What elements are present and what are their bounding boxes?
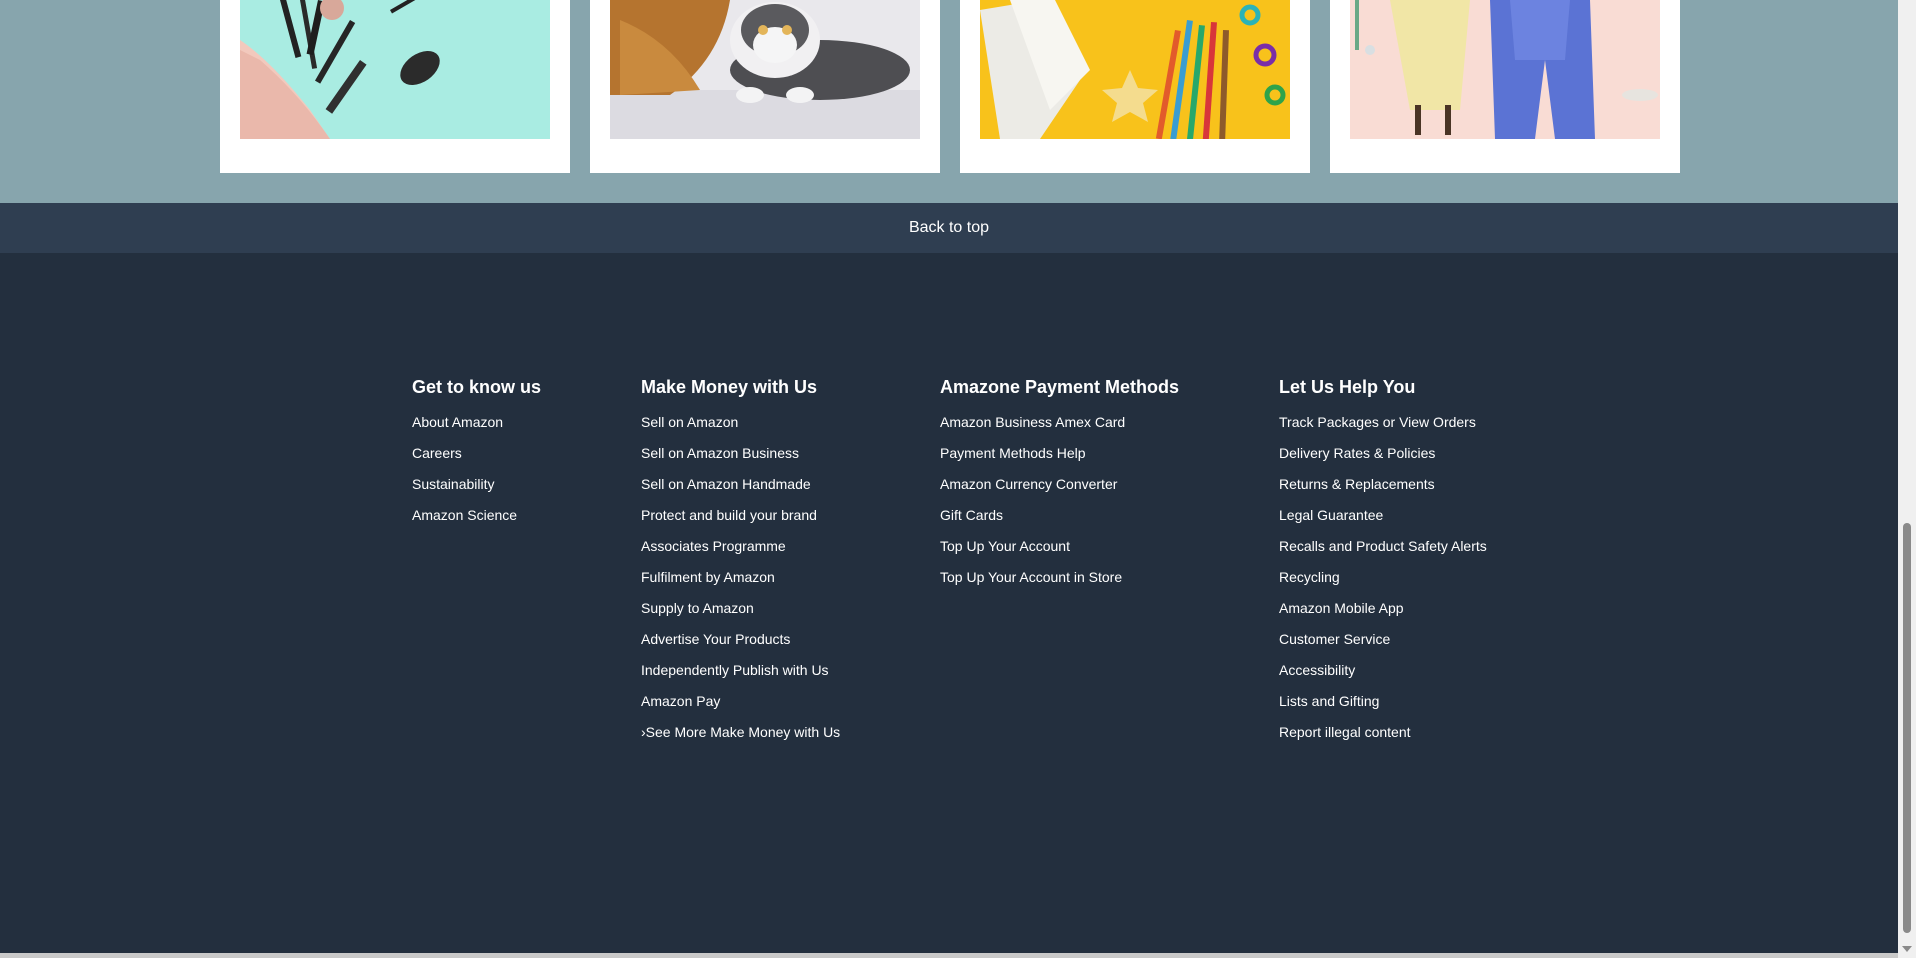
- footer-link-mobile-app[interactable]: Amazon Mobile App: [1279, 600, 1404, 616]
- footer-column-heading: Get to know us: [412, 377, 542, 397]
- footer-link-lists-and-gifting[interactable]: Lists and Gifting: [1279, 693, 1379, 709]
- product-card-toys[interactable]: [960, 0, 1310, 173]
- footer-link-amazon-science[interactable]: Amazon Science: [412, 507, 517, 523]
- footer-link-list: Amazon Business Amex Card Payment Method…: [940, 407, 1179, 593]
- product-cards-strip: [0, 0, 1898, 203]
- footer-column-get-to-know-us: Get to know us About Amazon Careers Sust…: [412, 375, 541, 531]
- footer-column-heading: Let Us Help You: [1279, 377, 1416, 397]
- window-bottom-edge: [0, 953, 1898, 958]
- footer-column-heading: Make Money with Us: [641, 377, 818, 397]
- makeup-brushes-image[interactable]: [240, 0, 550, 139]
- product-card-fashion[interactable]: [1330, 0, 1680, 173]
- cats-image[interactable]: [610, 0, 920, 139]
- footer-link-amazon-pay[interactable]: Amazon Pay: [641, 693, 720, 709]
- vertical-scrollbar[interactable]: [1898, 0, 1916, 958]
- footer-link-track-packages[interactable]: Track Packages or View Orders: [1279, 414, 1476, 430]
- footer-link-currency-converter[interactable]: Amazon Currency Converter: [940, 476, 1117, 492]
- back-to-top-button[interactable]: Back to top: [0, 203, 1898, 253]
- footer-column-heading: Amazone Payment Methods: [940, 377, 1180, 397]
- footer-column-payment-methods: Amazone Payment Methods Amazon Business …: [940, 375, 1179, 593]
- fashion-outfits-image[interactable]: [1350, 0, 1660, 139]
- footer-link-list: Sell on Amazon Sell on Amazon Business S…: [641, 407, 840, 748]
- footer-link-returns-replacements[interactable]: Returns & Replacements: [1279, 476, 1435, 492]
- footer-link-report-illegal-content[interactable]: Report illegal content: [1279, 724, 1411, 740]
- footer-link-associates-programme[interactable]: Associates Programme: [641, 538, 786, 554]
- footer-column-make-money: Make Money with Us Sell on Amazon Sell o…: [641, 375, 840, 748]
- footer-link-sell-on-amazon[interactable]: Sell on Amazon: [641, 414, 738, 430]
- footer-link-list: About Amazon Careers Sustainability Amaz…: [412, 407, 541, 531]
- footer-link-customer-service[interactable]: Customer Service: [1279, 631, 1390, 647]
- scroll-down-arrow-icon[interactable]: [1902, 946, 1912, 952]
- footer-link-accessibility[interactable]: Accessibility: [1279, 662, 1355, 678]
- footer-link-advertise-products[interactable]: Advertise Your Products: [641, 631, 790, 647]
- footer-link-recycling[interactable]: Recycling: [1279, 569, 1340, 585]
- footer-link-recalls-safety-alerts[interactable]: Recalls and Product Safety Alerts: [1279, 538, 1487, 554]
- footer-link-top-up-account-in-store[interactable]: Top Up Your Account in Store: [940, 569, 1122, 585]
- footer-link-independently-publish[interactable]: Independently Publish with Us: [641, 662, 829, 678]
- footer-link-business-amex-card[interactable]: Amazon Business Amex Card: [940, 414, 1125, 430]
- scrollbar-thumb[interactable]: [1903, 523, 1911, 933]
- footer-link-about-amazon[interactable]: About Amazon: [412, 414, 503, 430]
- footer-link-list: Track Packages or View Orders Delivery R…: [1279, 407, 1487, 748]
- footer-link-delivery-rates[interactable]: Delivery Rates & Policies: [1279, 445, 1435, 461]
- product-card-makeup[interactable]: [220, 0, 570, 173]
- page: Back to top Get to know us About Amazon …: [0, 0, 1898, 958]
- product-card-pets[interactable]: [590, 0, 940, 173]
- footer-link-fulfilment-by-amazon[interactable]: Fulfilment by Amazon: [641, 569, 775, 585]
- footer-column-let-us-help-you: Let Us Help You Track Packages or View O…: [1279, 375, 1487, 748]
- footer-link-payment-methods-help[interactable]: Payment Methods Help: [940, 445, 1086, 461]
- footer-link-supply-to-amazon[interactable]: Supply to Amazon: [641, 600, 754, 616]
- footer-link-gift-cards[interactable]: Gift Cards: [940, 507, 1003, 523]
- footer-link-sell-on-amazon-business[interactable]: Sell on Amazon Business: [641, 445, 799, 461]
- footer-link-see-more-make-money[interactable]: ›See More Make Money with Us: [641, 724, 840, 740]
- footer-link-legal-guarantee[interactable]: Legal Guarantee: [1279, 507, 1383, 523]
- footer-link-sell-on-amazon-handmade[interactable]: Sell on Amazon Handmade: [641, 476, 811, 492]
- footer-link-sustainability[interactable]: Sustainability: [412, 476, 495, 492]
- footer-link-careers[interactable]: Careers: [412, 445, 462, 461]
- toys-and-pencils-image[interactable]: [980, 0, 1290, 139]
- footer-link-top-up-account[interactable]: Top Up Your Account: [940, 538, 1070, 554]
- footer-link-protect-brand[interactable]: Protect and build your brand: [641, 507, 817, 523]
